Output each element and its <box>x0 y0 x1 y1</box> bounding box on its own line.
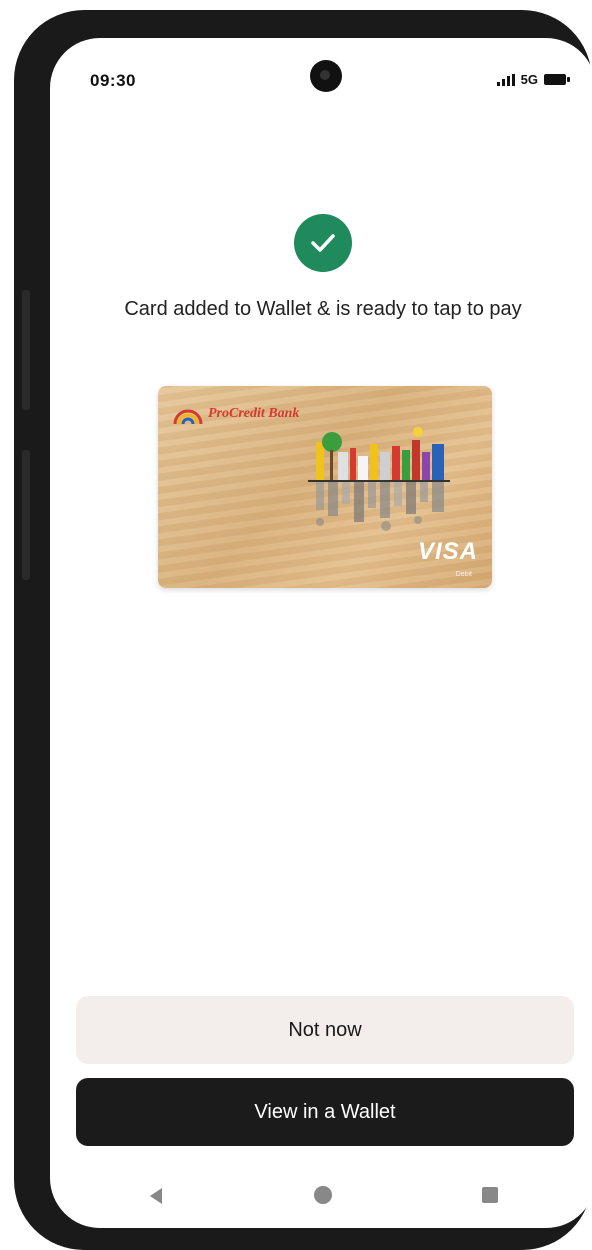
city-illustration <box>308 422 458 547</box>
visa-logo: VISA <box>417 538 478 565</box>
status-time: 09:30 <box>90 71 136 90</box>
bank-logo-icon <box>172 402 204 431</box>
front-camera <box>310 60 342 92</box>
back-icon[interactable] <box>150 1188 162 1204</box>
volume-button <box>22 290 30 410</box>
recents-icon[interactable] <box>482 1187 498 1203</box>
screen: 09:30 5G Card added to Wallet & is ready… <box>50 38 592 1228</box>
signal-icon <box>496 73 515 86</box>
card-type-label: Debit <box>455 571 472 578</box>
not-now-button[interactable]: Not now <box>76 996 574 1064</box>
checkmark-icon <box>294 214 352 272</box>
view-in-wallet-button[interactable]: View in a Wallet <box>76 1078 574 1146</box>
success-message: Card added to Wallet & is ready to tap t… <box>124 298 522 320</box>
home-icon[interactable] <box>314 1186 332 1204</box>
bank-name: ProCredit Bank <box>208 406 300 421</box>
status-icons: 5G <box>496 72 570 87</box>
network-label: 5G <box>520 72 538 87</box>
battery-icon <box>544 74 570 85</box>
navigation-bar <box>50 1178 592 1218</box>
bank-card: ProCredit Bank VISA Debit <box>158 386 492 588</box>
phone-frame: 09:30 5G Card added to Wallet & is ready… <box>14 10 592 1250</box>
power-button <box>22 450 30 580</box>
status-bar: 09:30 5G <box>50 38 592 128</box>
